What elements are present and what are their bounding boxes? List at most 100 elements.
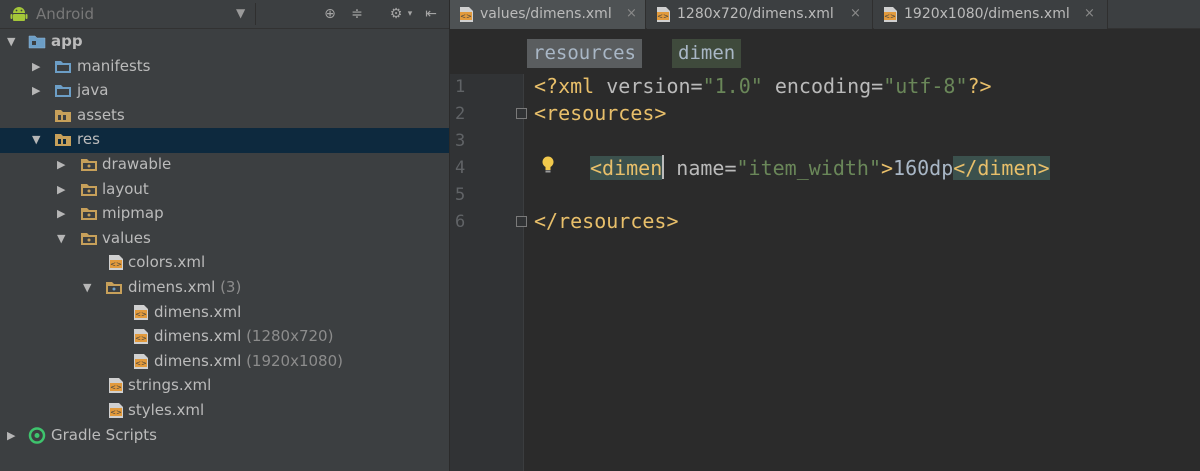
tree-label: mipmap	[102, 204, 164, 223]
tree-label: assets	[77, 105, 125, 124]
line-number: 2	[455, 104, 466, 124]
folder-icon	[55, 60, 71, 73]
svg-text:<>: <>	[460, 13, 472, 21]
editor-tab-bar: <> values/dimens.xml × <> 1280x720/dimen…	[450, 0, 1200, 29]
tree-label: styles.xml	[128, 401, 205, 419]
tree-item-app[interactable]: ▼ app	[0, 30, 449, 55]
collapsed-arrow-icon[interactable]: ▶	[32, 84, 40, 97]
tree-item-dimens-1920x1080[interactable]: <> dimens.xml (1920x1080)	[0, 350, 449, 375]
line-number: 5	[455, 185, 466, 205]
expanded-arrow-icon[interactable]: ▼	[7, 35, 15, 48]
fold-marker-icon[interactable]	[516, 216, 527, 227]
tree-label: res	[77, 130, 100, 149]
tree-label: app	[51, 32, 83, 50]
xml-file-icon: <>	[657, 7, 670, 22]
collapsed-arrow-icon[interactable]: ▶	[57, 207, 65, 220]
tree-item-java[interactable]: ▶ java	[0, 79, 449, 104]
svg-text:<>: <>	[135, 359, 147, 367]
breadcrumb-resources[interactable]: resources	[527, 39, 642, 68]
folder-icon	[81, 159, 97, 171]
tree-item-res[interactable]: ▼ res	[0, 128, 449, 153]
resource-folder-icon	[55, 109, 71, 122]
code-line-2[interactable]: <resources>	[534, 101, 666, 125]
toolbar-divider	[255, 3, 256, 25]
expanded-arrow-icon[interactable]: ▼	[57, 232, 65, 245]
line-number: 1	[455, 77, 466, 97]
tree-item-dimens-group[interactable]: ▼ dimens.xml (3)	[0, 276, 449, 301]
xml-file-icon: <>	[134, 304, 148, 320]
line-number: 6	[455, 212, 466, 232]
project-toolbar: Android ▼ ⊕ ≑ ⚙ ▾ ⇤	[0, 0, 449, 29]
collapsed-arrow-icon[interactable]: ▶	[57, 183, 65, 196]
tab-1280x720-dimens[interactable]: <> 1280x720/dimens.xml ×	[647, 0, 873, 29]
project-panel: Android ▼ ⊕ ≑ ⚙ ▾ ⇤ ▼ app ▶ manifests ▶ …	[0, 0, 449, 471]
tree-item-styles-xml[interactable]: <> styles.xml	[0, 399, 449, 424]
tree-label: colors.xml	[128, 253, 206, 272]
android-icon	[10, 7, 28, 21]
code-line-6[interactable]: </resources>	[534, 209, 679, 233]
folder-icon	[81, 183, 97, 196]
module-folder-icon	[28, 35, 46, 49]
svg-text:<>: <>	[110, 409, 122, 417]
folder-icon	[81, 232, 97, 245]
xml-file-icon: <>	[134, 353, 148, 369]
tree-item-manifests[interactable]: ▶ manifests	[0, 55, 449, 80]
file-count: (3)	[220, 278, 242, 296]
xml-file-icon: <>	[134, 329, 148, 345]
chevron-down-icon[interactable]: ▼	[236, 6, 245, 20]
breadcrumb-dimen[interactable]: dimen	[672, 39, 742, 68]
tree-label: drawable	[102, 155, 172, 173]
tree-item-mipmap[interactable]: ▶ mipmap	[0, 202, 449, 227]
tree-item-drawable[interactable]: ▶ drawable	[0, 153, 449, 178]
svg-text:<>: <>	[110, 261, 122, 269]
svg-text:<>: <>	[884, 13, 896, 21]
xml-file-icon: <>	[109, 378, 123, 394]
view-mode-selector[interactable]: Android	[36, 5, 94, 23]
tree-label: manifests	[77, 56, 151, 75]
tab-label: 1280x720/dimens.xml	[677, 6, 834, 22]
tree-label: strings.xml	[128, 376, 212, 395]
tree-item-dimens-default[interactable]: <> dimens.xml	[0, 301, 449, 326]
tree-label: java	[77, 81, 109, 100]
lightbulb-icon[interactable]	[541, 156, 555, 174]
svg-text:<>: <>	[110, 384, 122, 392]
tree-item-values[interactable]: ▼ values	[0, 227, 449, 252]
collapsed-arrow-icon[interactable]: ▶	[7, 429, 15, 442]
tree-item-dimens-1280x720[interactable]: <> dimens.xml (1280x720)	[0, 325, 449, 350]
tree-item-assets[interactable]: assets	[0, 104, 449, 129]
code-line-4[interactable]: <dimen name="item_width">160dp</dimen>	[590, 155, 1050, 180]
gear-dropdown-icon[interactable]: ▾	[400, 4, 420, 24]
collapsed-arrow-icon[interactable]: ▶	[32, 60, 40, 73]
tree-item-layout[interactable]: ▶ layout	[0, 178, 449, 203]
gutter-divider	[523, 74, 524, 471]
line-number: 3	[455, 131, 466, 151]
tree-item-colors-xml[interactable]: <> colors.xml	[0, 251, 449, 276]
tab-label: values/dimens.xml	[480, 6, 612, 22]
tree-label: Gradle Scripts	[51, 425, 157, 444]
close-icon[interactable]: ×	[626, 6, 637, 21]
tab-label: 1920x1080/dimens.xml	[904, 6, 1070, 22]
breadcrumb: resources dimen	[450, 30, 1200, 74]
collapsed-arrow-icon[interactable]: ▶	[57, 158, 65, 171]
close-icon[interactable]: ×	[1084, 6, 1095, 21]
qualifier-label: (1920x1080)	[246, 351, 343, 370]
svg-text:<>: <>	[135, 335, 147, 343]
code-line-1[interactable]: <?xml version="1.0" encoding="utf-8"?>	[534, 74, 992, 98]
tab-values-dimens[interactable]: <> values/dimens.xml ×	[450, 0, 646, 29]
tree-label: layout	[102, 179, 149, 198]
expanded-arrow-icon[interactable]: ▼	[32, 133, 40, 146]
tree-item-gradle-scripts[interactable]: ▶ Gradle Scripts	[0, 424, 449, 449]
hide-panel-icon[interactable]: ⇤	[421, 4, 441, 24]
xml-file-icon: <>	[109, 255, 123, 271]
collapse-all-icon[interactable]: ≑	[347, 4, 367, 24]
fold-marker-icon[interactable]	[516, 108, 527, 119]
folder-icon	[55, 85, 71, 98]
tab-1920x1080-dimens[interactable]: <> 1920x1080/dimens.xml ×	[874, 0, 1108, 29]
tree-item-strings-xml[interactable]: <> strings.xml	[0, 374, 449, 399]
tree-label: dimens.xml (3)	[128, 278, 242, 296]
scroll-from-source-icon[interactable]: ⊕	[320, 4, 340, 24]
expanded-arrow-icon[interactable]: ▼	[83, 281, 91, 294]
svg-text:<>: <>	[135, 310, 147, 318]
folder-icon	[81, 208, 97, 221]
close-icon[interactable]: ×	[850, 6, 861, 21]
